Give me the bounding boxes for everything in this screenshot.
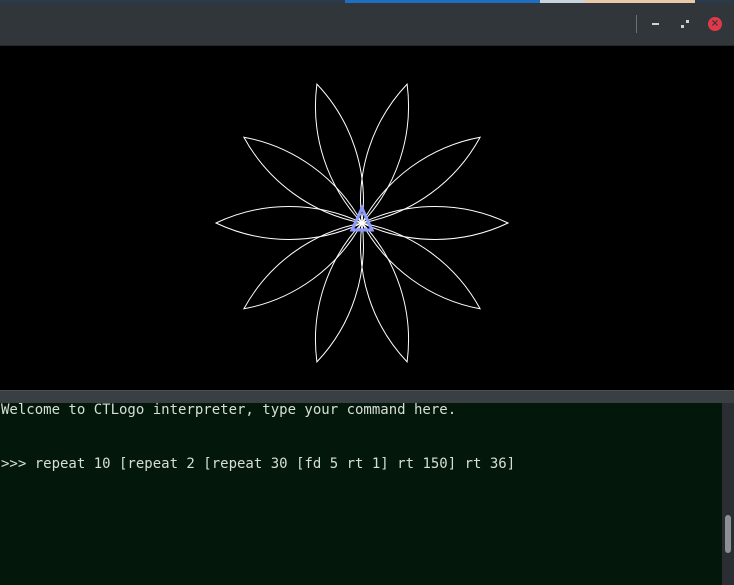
titlebar-separator xyxy=(636,15,637,33)
petal-2 xyxy=(314,82,364,225)
console-output[interactable]: Welcome to CTLogo interpreter, type your… xyxy=(0,403,722,585)
petal-4 xyxy=(214,206,364,240)
turtle-canvas[interactable] xyxy=(0,46,734,390)
pane-splitter[interactable] xyxy=(0,390,734,404)
minimize-button[interactable] xyxy=(646,15,664,33)
maximize-button[interactable] xyxy=(676,15,694,33)
petal-8 xyxy=(361,222,482,310)
petal-10 xyxy=(361,136,482,224)
ctlogo-window: × Welcome to CTLogo interpreter, type yo… xyxy=(0,0,734,585)
console-scrollbar[interactable] xyxy=(722,403,734,585)
petal-6 xyxy=(314,221,364,364)
maximize-icon xyxy=(681,20,689,28)
minimize-icon xyxy=(651,23,659,25)
scrollbar-thumb[interactable] xyxy=(725,515,731,553)
console-prompt: >>> xyxy=(1,456,35,472)
close-icon: × xyxy=(708,17,722,31)
close-button[interactable]: × xyxy=(706,15,724,33)
petal-5 xyxy=(242,222,363,310)
entered-command: repeat 10 [repeat 2 [repeat 30 [fd 5 rt … xyxy=(34,456,516,472)
command-line: >>> repeat 10 [repeat 2 [repeat 30 [fd 5… xyxy=(1,455,515,473)
petal-3 xyxy=(242,136,363,224)
turtle-drawing xyxy=(214,82,510,364)
welcome-message: Welcome to CTLogo interpreter, type your… xyxy=(1,403,457,418)
window-titlebar[interactable]: × xyxy=(0,3,734,46)
petal-1 xyxy=(360,82,410,225)
petal-7 xyxy=(360,221,410,364)
flower-drawing xyxy=(214,82,510,364)
petal-9 xyxy=(360,206,510,240)
